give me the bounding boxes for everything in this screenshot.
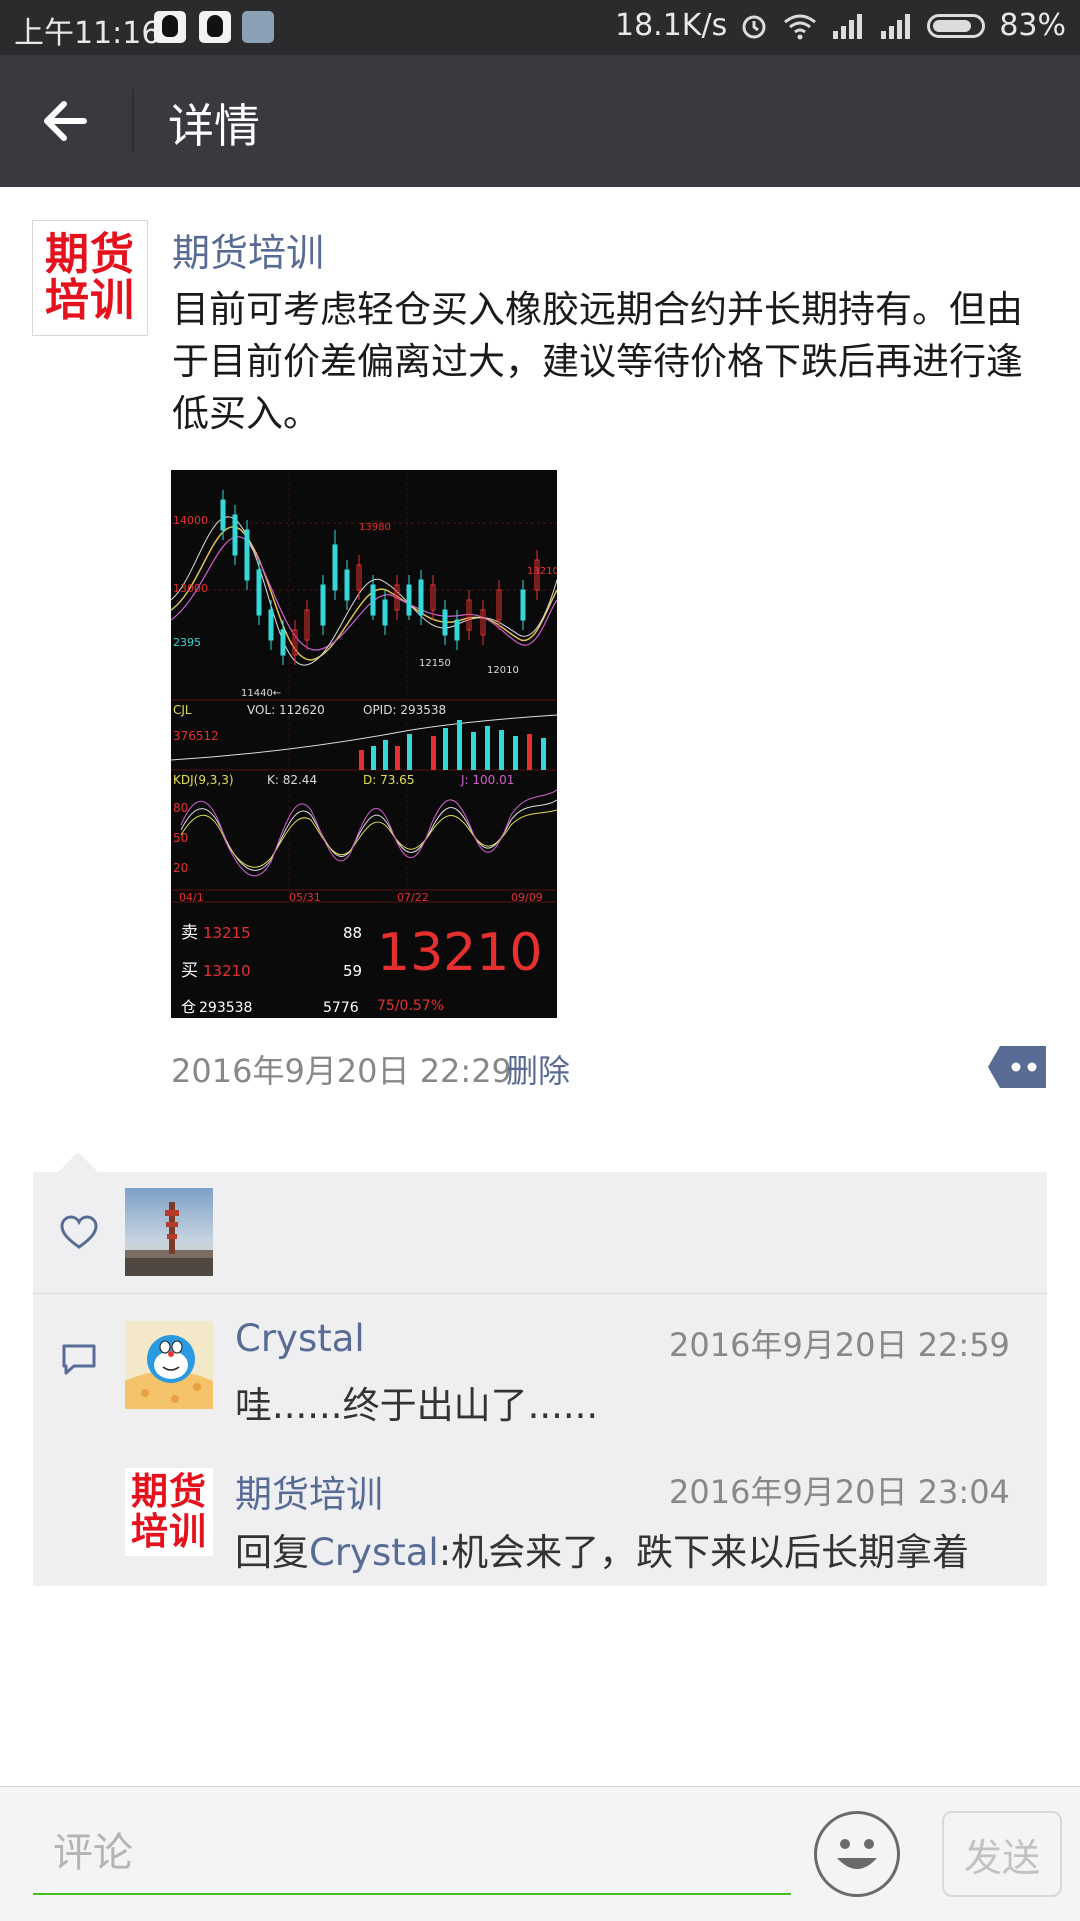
position-qty: 5776 <box>323 1000 359 1016</box>
kdj-j: J: 100.01 <box>460 773 514 787</box>
commenter-avatar[interactable] <box>125 1321 213 1409</box>
kdj-label: KDJ(9,3,3) <box>173 773 234 787</box>
price-label: 12150 <box>419 658 451 669</box>
kdj-tick: 50 <box>173 831 188 845</box>
last-price: 13210 <box>377 923 542 983</box>
position-label: 仓 <box>181 998 196 1016</box>
post-text: 目前可考虑轻仓买入橡胶远期合约并长期持有。但由于目前价差偏离过大，建议等待价格下… <box>172 288 1023 435</box>
post-image[interactable]: 14000 13000 2395 11440← 13980 12150 1201… <box>170 470 559 1018</box>
comment-text[interactable]: 哇......终于出山了...... <box>235 1375 598 1429</box>
page-title: 详情 <box>168 99 260 153</box>
smiley-icon <box>837 1839 877 1869</box>
cjl-label: CJL <box>173 703 192 717</box>
panel-pointer <box>58 1152 98 1172</box>
message-notification-icon <box>242 11 274 43</box>
battery-percent: 83% <box>999 8 1066 43</box>
status-time: 上午11:16 <box>14 16 161 51</box>
volume-value: 376512 <box>173 729 219 743</box>
date-label: 04/1 <box>179 891 204 904</box>
signal-icon <box>833 13 863 39</box>
emoji-button[interactable] <box>814 1811 900 1897</box>
price-label: 13000 <box>173 582 208 595</box>
comment-input[interactable] <box>33 1813 791 1895</box>
back-button[interactable] <box>30 85 102 157</box>
panel-divider <box>33 1293 1047 1294</box>
buy-label: 买 <box>181 961 198 981</box>
comment-input-bar: 发送 <box>0 1786 1080 1921</box>
status-icons: 83% <box>739 8 1066 43</box>
signal-icon <box>881 13 911 39</box>
wifi-icon <box>784 14 817 39</box>
avatar-logo-text: 培训 <box>45 275 135 326</box>
kdj-tick: 80 <box>173 801 188 815</box>
comment-author[interactable]: Crystal <box>235 1317 365 1360</box>
alarm-icon <box>742 15 766 38</box>
comment-icon <box>62 1344 96 1375</box>
title-divider <box>132 89 134 153</box>
price-label: 14000 <box>173 514 208 527</box>
price-label: 11440← <box>241 688 281 699</box>
sell-price: 13215 <box>203 924 251 942</box>
date-label: 05/31 <box>289 891 321 904</box>
price-label: 12010 <box>487 665 519 676</box>
qq-notification-icon <box>199 11 231 43</box>
stock-chart-image: 14000 13000 2395 11440← 13980 12150 1201… <box>170 470 559 1018</box>
comment-author[interactable]: 期货培训 <box>235 1464 383 1518</box>
network-speed: 18.1K/s <box>615 8 728 43</box>
delete-button[interactable]: 删除 <box>506 1046 570 1092</box>
comment-text[interactable]: 回复Crystal:机会来了，跌下来以后长期拿着 <box>235 1522 969 1576</box>
avatar-logo-text: 培训 <box>131 1510 207 1553</box>
date-label: 07/22 <box>397 891 429 904</box>
doraemon-avatar-image <box>125 1321 213 1409</box>
post-author-avatar[interactable]: 期货 培训 <box>32 220 148 336</box>
back-arrow-icon <box>44 101 87 141</box>
price-label: 2395 <box>173 636 201 649</box>
post-author-name[interactable]: 期货培训 <box>172 222 324 277</box>
comment-time: 2016年9月20日 22:59 <box>669 1326 1010 1364</box>
kdj-k: K: 82.44 <box>267 773 317 787</box>
post-timestamp: 2016年9月20日 22:29 <box>171 1052 512 1090</box>
qq-notification-icon <box>154 11 186 43</box>
status-bar: 上午11:16 18.1K/s 83% <box>0 0 1080 55</box>
reply-body: :机会来了，跌下来以后长期拿着 <box>438 1531 970 1574</box>
liker-avatar-image <box>125 1188 213 1276</box>
more-dots-icon <box>988 1046 1046 1088</box>
liker-avatar[interactable] <box>125 1188 213 1276</box>
commenter-avatar[interactable]: 期货 培训 <box>125 1468 213 1556</box>
kdj-tick: 20 <box>173 861 188 875</box>
avatar-logo-text: 期货 <box>131 1470 207 1513</box>
opid-label: OPID: 293538 <box>363 703 446 717</box>
vol-label: VOL: 112620 <box>247 703 325 717</box>
reply-prefix: 回复 <box>235 1531 309 1574</box>
price-label: 13980 <box>359 522 391 533</box>
battery-icon <box>927 13 986 38</box>
buy-qty: 59 <box>343 962 362 980</box>
sell-qty: 88 <box>343 924 362 942</box>
position-value: 293538 <box>199 1000 252 1016</box>
comment-action-button[interactable] <box>988 1046 1046 1088</box>
price-label: 13210 <box>527 566 557 577</box>
price-change: 75/0.57% <box>377 998 444 1014</box>
buy-price: 13210 <box>203 962 251 980</box>
comment-time: 2016年9月20日 23:04 <box>669 1473 1010 1511</box>
title-bar: 详情 <box>0 55 1080 187</box>
avatar-logo-text: 期货 <box>45 229 135 280</box>
date-label: 09/09 <box>511 891 543 904</box>
sell-label: 卖 <box>181 923 198 943</box>
kdj-d: D: 73.65 <box>363 773 414 787</box>
send-button[interactable]: 发送 <box>942 1811 1062 1897</box>
reply-mention[interactable]: Crystal <box>309 1531 439 1574</box>
heart-icon <box>60 1215 98 1249</box>
